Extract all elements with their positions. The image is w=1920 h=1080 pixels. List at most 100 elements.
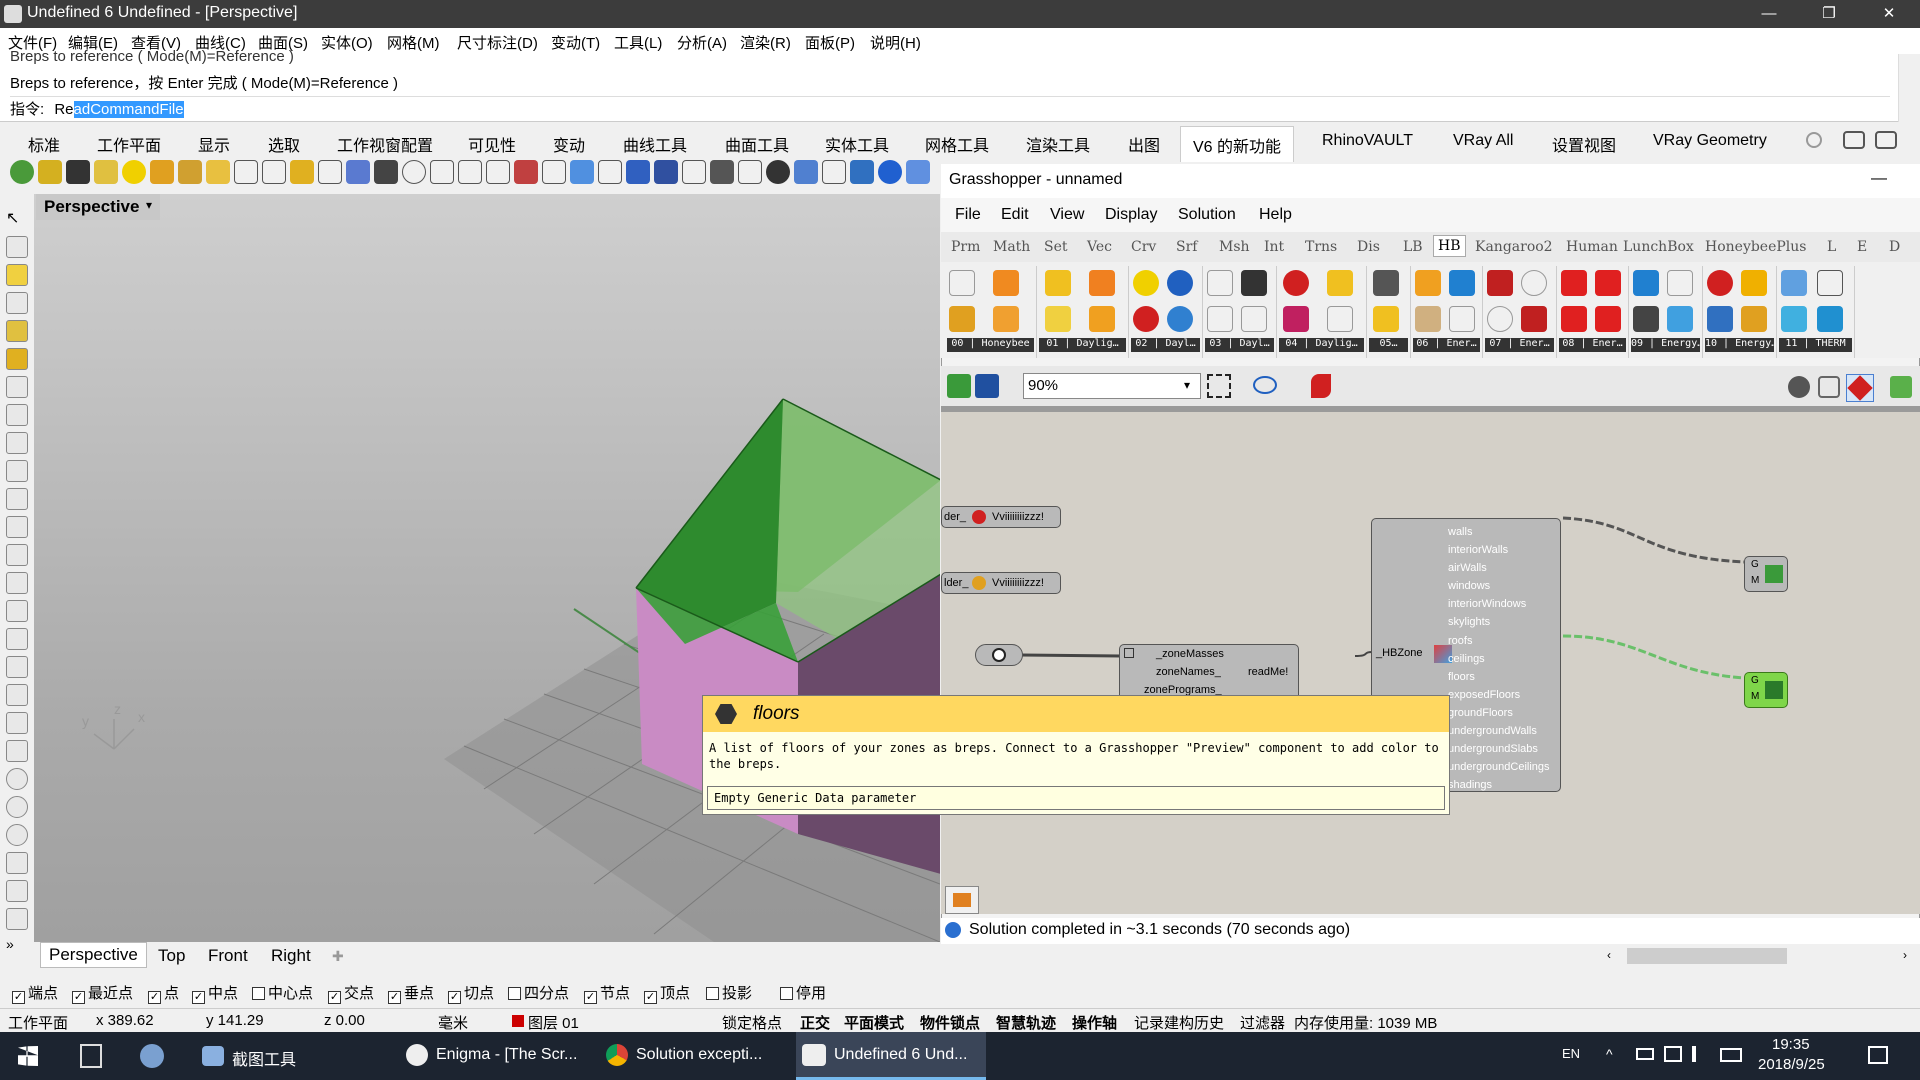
curve-icon[interactable] bbox=[6, 684, 28, 706]
osnap-project[interactable]: 投影 bbox=[706, 982, 752, 1003]
command-prompt[interactable]: 指令: ReadCommandFile bbox=[10, 96, 1890, 119]
tab-display[interactable]: 显示 bbox=[198, 132, 230, 156]
gh-tab[interactable]: Set bbox=[1044, 239, 1068, 255]
tool-icon[interactable] bbox=[654, 160, 678, 184]
taskbar-enigma[interactable]: Enigma - [The Scr... bbox=[400, 1032, 590, 1080]
output-interiorwalls[interactable]: interiorWalls bbox=[1448, 541, 1558, 559]
tab-viewport-layout[interactable]: 工作视窗配置 bbox=[337, 132, 433, 156]
point-icon[interactable] bbox=[6, 236, 28, 258]
shaded-preview-button[interactable] bbox=[1846, 374, 1874, 402]
honeybee-icon[interactable] bbox=[993, 270, 1019, 296]
status-layer[interactable]: 图层 01 bbox=[528, 1012, 579, 1033]
perspective-viewport[interactable]: y z x bbox=[34, 194, 940, 942]
rad-icon[interactable] bbox=[1327, 270, 1353, 296]
input-param[interactable]: _zoneMasses bbox=[1156, 648, 1224, 660]
paint-icon[interactable] bbox=[140, 1044, 164, 1068]
energy-icon[interactable] bbox=[1561, 270, 1587, 296]
expand-icon[interactable] bbox=[1124, 648, 1134, 658]
status-smarttrack[interactable]: 智慧轨迹 bbox=[996, 1012, 1056, 1033]
stack-icon[interactable] bbox=[1373, 306, 1399, 332]
grasshopper-canvas[interactable]: der_ Vviiiiiiiizzz! lder_ Vviiiiiiiizzz!… bbox=[941, 406, 1920, 914]
surface-icon[interactable] bbox=[6, 320, 28, 342]
gh-menu-help[interactable]: Help bbox=[1259, 206, 1292, 224]
osnap-perp[interactable]: ✓ 垂点 bbox=[388, 982, 434, 1004]
viewport-title[interactable]: Perspective ▾ bbox=[36, 194, 160, 220]
output-roofs[interactable]: roofs bbox=[1448, 632, 1558, 650]
more-icon[interactable]: » bbox=[6, 936, 28, 958]
checkbox[interactable]: ✓ bbox=[192, 991, 205, 1004]
tool-icon[interactable] bbox=[346, 160, 370, 184]
gh-menu-file[interactable]: File bbox=[955, 206, 981, 224]
taskbar-chrome[interactable]: Solution excepti... bbox=[600, 1032, 790, 1080]
menu-tools[interactable]: 工具(L) bbox=[614, 32, 662, 53]
hand-icon[interactable] bbox=[1843, 131, 1865, 149]
curve-icon[interactable] bbox=[6, 656, 28, 678]
add-tab-icon[interactable]: ✚ bbox=[332, 948, 344, 965]
line-icon[interactable] bbox=[6, 292, 28, 314]
zoom-extents-icon[interactable] bbox=[1207, 374, 1231, 398]
output-groundfloors[interactable]: groundFloors bbox=[1448, 704, 1558, 722]
curve-icon[interactable] bbox=[6, 572, 28, 594]
scroll-left-icon[interactable]: ‹ bbox=[1607, 948, 1611, 962]
gh-tab[interactable]: LunchBox bbox=[1623, 239, 1694, 255]
tool-icon[interactable] bbox=[318, 160, 342, 184]
osnap-int[interactable]: ✓ 交点 bbox=[328, 982, 374, 1004]
tool-icon[interactable] bbox=[682, 160, 706, 184]
gh-tab[interactable]: Msh bbox=[1219, 239, 1250, 255]
checkbox[interactable] bbox=[508, 987, 521, 1000]
tab-transform[interactable]: 变动 bbox=[553, 132, 585, 156]
tool-icon[interactable] bbox=[430, 160, 454, 184]
checkbox[interactable]: ✓ bbox=[72, 991, 85, 1004]
save-file-icon[interactable] bbox=[975, 374, 999, 398]
maximize-button[interactable]: ❐ bbox=[1806, 0, 1852, 28]
canvas-widget-icon[interactable] bbox=[945, 886, 979, 914]
energy-icon[interactable] bbox=[1561, 306, 1587, 332]
tool-icon[interactable] bbox=[822, 160, 846, 184]
gh-tab[interactable]: Int bbox=[1264, 239, 1284, 255]
gh-tab-hb-active[interactable]: HB bbox=[1433, 235, 1466, 257]
daylight-icon[interactable] bbox=[1327, 306, 1353, 332]
output-exposedfloors[interactable]: exposedFloors bbox=[1448, 686, 1558, 704]
osnap-vertex[interactable]: ✓ 顶点 bbox=[644, 982, 690, 1004]
menu-mesh[interactable]: 网格(M) bbox=[387, 32, 440, 53]
menu-analyze[interactable]: 分析(A) bbox=[677, 32, 727, 53]
checkbox[interactable]: ✓ bbox=[644, 991, 657, 1004]
clock-time[interactable]: 19:35 bbox=[1772, 1036, 1810, 1053]
grd-icon[interactable] bbox=[1241, 306, 1267, 332]
tab-mesh-tools[interactable]: 网格工具 bbox=[925, 132, 989, 156]
copy-icon[interactable] bbox=[66, 160, 90, 184]
gh-tab[interactable]: Srf bbox=[1176, 239, 1197, 255]
gh-tab[interactable]: LB bbox=[1403, 239, 1423, 255]
tool-icon[interactable] bbox=[878, 160, 902, 184]
output-skylights[interactable]: skylights bbox=[1448, 613, 1558, 631]
tab-solid-tools[interactable]: 实体工具 bbox=[825, 132, 889, 156]
energy-icon[interactable] bbox=[1707, 306, 1733, 332]
osnap-disable[interactable]: 停用 bbox=[780, 982, 826, 1003]
checkbox[interactable]: ✓ bbox=[148, 991, 161, 1004]
minimize-button[interactable]: — bbox=[1746, 0, 1792, 28]
polyline-icon[interactable] bbox=[6, 348, 28, 370]
gh-tab[interactable]: Dis bbox=[1357, 239, 1380, 255]
daylight-icon[interactable] bbox=[1283, 306, 1309, 332]
energy-icon[interactable] bbox=[1415, 270, 1441, 296]
tool-icon[interactable] bbox=[850, 160, 874, 184]
daylight-icon[interactable] bbox=[1089, 306, 1115, 332]
curve-icon[interactable] bbox=[6, 516, 28, 538]
tool-icon[interactable] bbox=[150, 160, 174, 184]
gh-tab[interactable]: Trns bbox=[1305, 239, 1337, 255]
menu-render[interactable]: 渲染(R) bbox=[740, 32, 791, 53]
status-gumball[interactable]: 操作轴 bbox=[1072, 1012, 1117, 1033]
tool-icon[interactable] bbox=[206, 160, 230, 184]
gh-menu-view[interactable]: View bbox=[1050, 206, 1084, 224]
gh-menu-display[interactable]: Display bbox=[1105, 206, 1157, 224]
energy-icon[interactable] bbox=[1521, 306, 1547, 332]
checkbox[interactable] bbox=[780, 987, 793, 1000]
energy-icon[interactable] bbox=[1741, 306, 1767, 332]
arc-icon[interactable] bbox=[6, 880, 28, 902]
therm-icon[interactable] bbox=[1817, 306, 1843, 332]
preview-input-m[interactable]: M bbox=[1751, 691, 1759, 702]
command-scrollbar[interactable] bbox=[1898, 54, 1920, 122]
tab-select[interactable]: 选取 bbox=[268, 132, 300, 156]
output-airwalls[interactable]: airWalls bbox=[1448, 559, 1558, 577]
status-osnap[interactable]: 物件锁点 bbox=[920, 1012, 980, 1033]
